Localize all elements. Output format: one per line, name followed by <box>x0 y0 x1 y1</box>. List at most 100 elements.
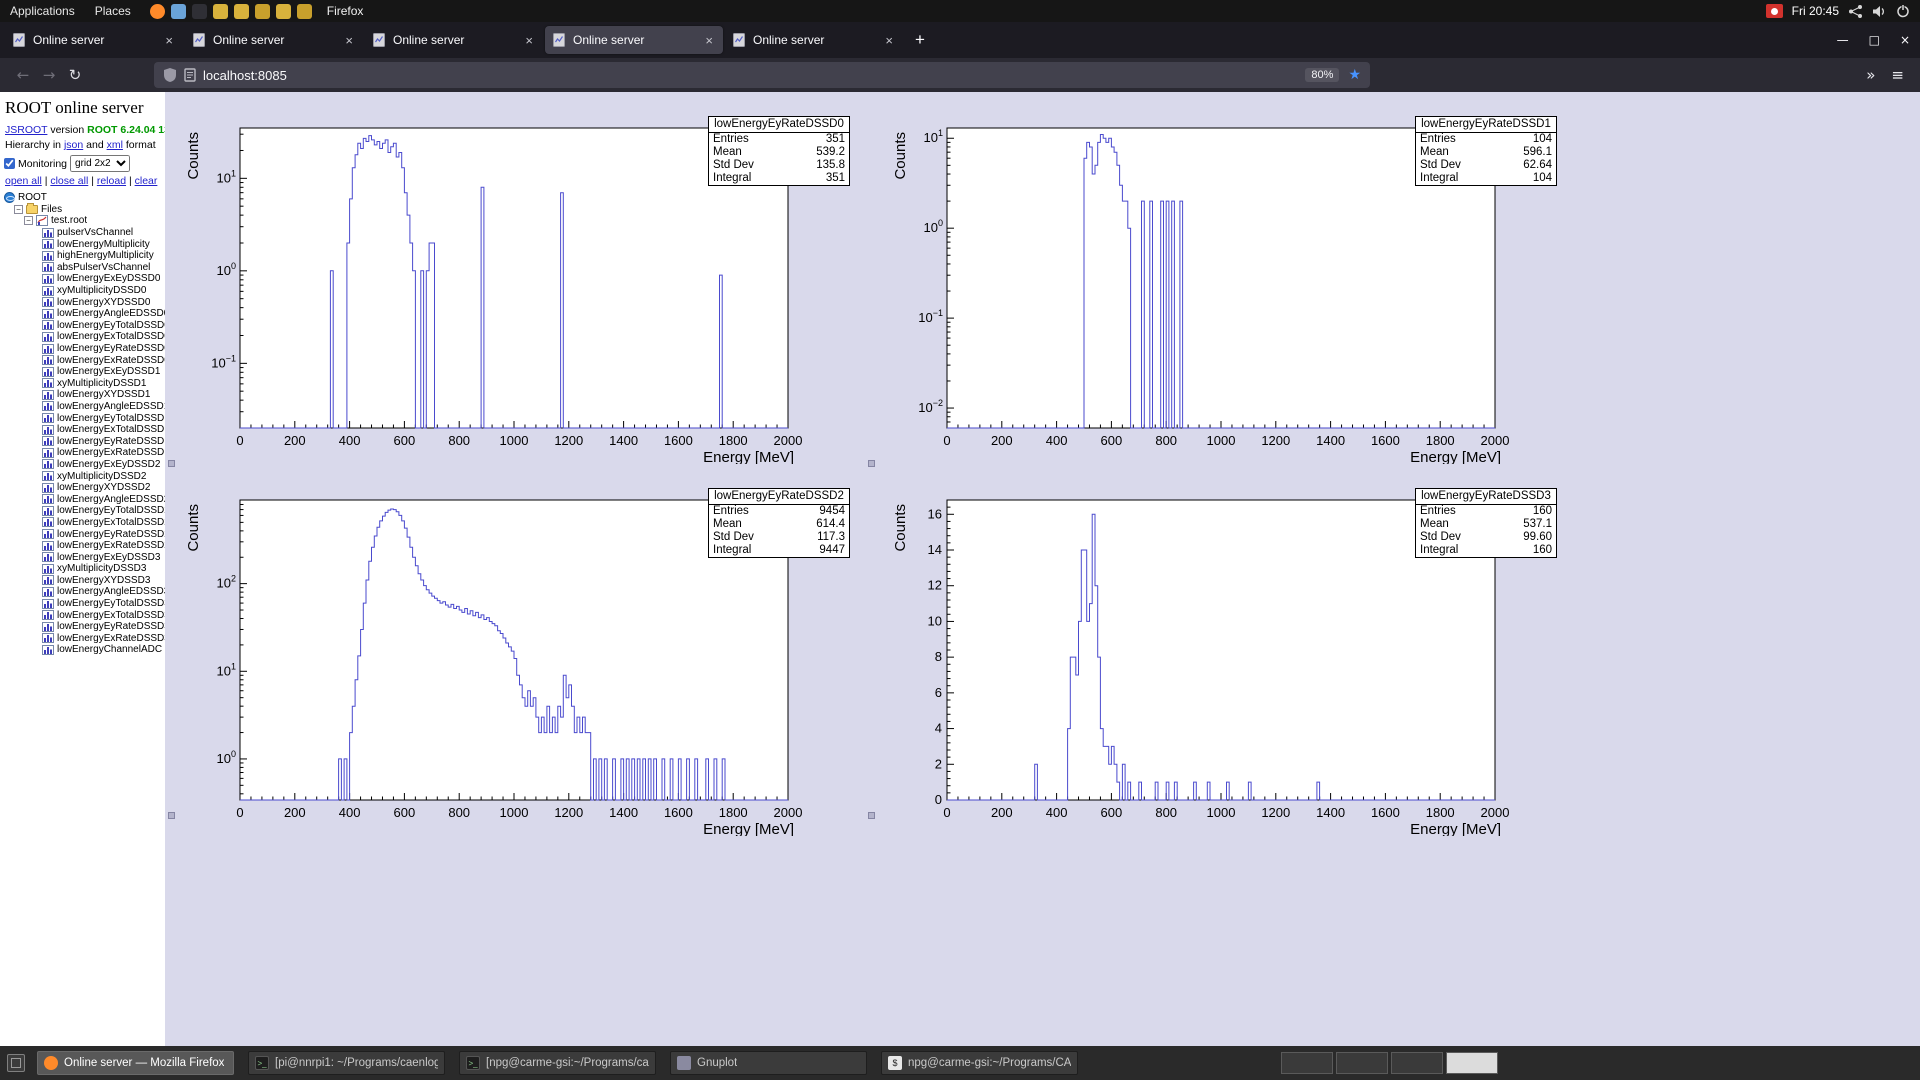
tree-item[interactable]: lowEnergyExTotalDSSD2 <box>0 517 165 529</box>
action-link-open-all[interactable]: open all <box>5 175 42 187</box>
browser-tab[interactable]: Online server× <box>185 26 363 54</box>
tree-item[interactable]: lowEnergyEyTotalDSSD0 <box>0 320 165 332</box>
tree-item[interactable]: lowEnergyEyTotalDSSD2 <box>0 505 165 517</box>
tab-close-icon[interactable]: × <box>162 33 176 48</box>
close-button[interactable]: × <box>1900 33 1910 47</box>
tree-item[interactable]: lowEnergyExEyDSSD2 <box>0 459 165 471</box>
tree-item[interactable]: lowEnergyExTotalDSSD0 <box>0 331 165 343</box>
collapse-icon[interactable]: − <box>14 205 23 214</box>
action-link-clear[interactable]: clear <box>135 175 158 187</box>
browser-tab[interactable]: Online server× <box>725 26 903 54</box>
new-tab-button[interactable]: + <box>904 30 936 50</box>
tree-item[interactable]: lowEnergyChannelADC <box>0 644 165 656</box>
taskbar-button[interactable]: >_[npg@carme-gsi:~/Programs/caenlo... <box>459 1051 656 1075</box>
stats-box-dssd3[interactable]: lowEnergyEyRateDSSD3 Entries160 Mean537.… <box>1415 488 1557 558</box>
root-app-3-launcher-icon[interactable] <box>255 4 270 19</box>
bookmark-star-icon[interactable]: ★ <box>1348 67 1361 83</box>
tree-item[interactable]: lowEnergyExEyDSSD0 <box>0 273 165 285</box>
volume-icon[interactable] <box>1872 5 1887 18</box>
shield-icon[interactable] <box>163 67 177 83</box>
tree-item[interactable]: lowEnergyEyRateDSSD2 <box>0 528 165 540</box>
show-desktop-button[interactable] <box>7 1054 25 1072</box>
tree-item[interactable]: xyMultiplicityDSSD3 <box>0 563 165 575</box>
tab-close-icon[interactable]: × <box>342 33 356 48</box>
pad-resize-handle[interactable] <box>868 812 875 819</box>
tree-item[interactable]: absPulserVsChannel <box>0 262 165 274</box>
tree-item[interactable]: lowEnergyXYDSSD2 <box>0 482 165 494</box>
tree-item-files[interactable]: − Files <box>0 204 165 216</box>
pad-resize-handle[interactable] <box>868 460 875 467</box>
tree-item-root[interactable]: ROOT <box>0 192 165 204</box>
workspace-2[interactable] <box>1336 1052 1388 1074</box>
jsroot-link[interactable]: JSROOT <box>5 124 47 136</box>
root-app-4-launcher-icon[interactable] <box>276 4 291 19</box>
file-manager-launcher-icon[interactable] <box>171 4 186 19</box>
tree-item[interactable]: lowEnergyExRateDSSD1 <box>0 447 165 459</box>
firefox-launcher-icon[interactable] <box>150 4 165 19</box>
tree-item[interactable]: xyMultiplicityDSSD2 <box>0 470 165 482</box>
tree-item[interactable]: xyMultiplicityDSSD0 <box>0 285 165 297</box>
tree-item[interactable]: lowEnergyExEyDSSD1 <box>0 366 165 378</box>
workspace-3[interactable] <box>1391 1052 1443 1074</box>
tree-item[interactable]: lowEnergyXYDSSD1 <box>0 389 165 401</box>
overflow-menu-icon[interactable]: » <box>1866 66 1875 84</box>
tree-item[interactable]: lowEnergyAngleEDSSD3 <box>0 586 165 598</box>
tree-item[interactable]: lowEnergyEyRateDSSD3 <box>0 621 165 633</box>
tree-item[interactable]: highEnergyMultiplicity <box>0 250 165 262</box>
power-icon[interactable] <box>1896 4 1910 18</box>
tree-item[interactable]: xyMultiplicityDSSD1 <box>0 378 165 390</box>
hamburger-menu-icon[interactable]: ≡ <box>1891 66 1904 84</box>
tree-item[interactable]: lowEnergyExRateDSSD0 <box>0 354 165 366</box>
tree-item[interactable]: lowEnergyExRateDSSD3 <box>0 633 165 645</box>
taskbar-button[interactable]: Gnuplot <box>670 1051 867 1075</box>
collapse-icon[interactable]: − <box>24 216 33 225</box>
browser-tab[interactable]: Online server× <box>5 26 183 54</box>
pad-resize-handle[interactable] <box>168 812 175 819</box>
page-info-icon[interactable] <box>184 68 196 82</box>
stats-box-dssd0[interactable]: lowEnergyEyRateDSSD0 Entries351 Mean539.… <box>708 116 850 186</box>
recording-indicator-icon[interactable] <box>1766 4 1783 18</box>
minimize-button[interactable]: — <box>1837 33 1849 47</box>
zoom-level-badge[interactable]: 80% <box>1305 68 1339 82</box>
stats-box-dssd2[interactable]: lowEnergyEyRateDSSD2 Entries9454 Mean614… <box>708 488 850 558</box>
action-link-reload[interactable]: reload <box>97 175 126 187</box>
taskbar-button[interactable]: >_[pi@nnrpi1: ~/Programs/caenlogger] <box>248 1051 445 1075</box>
tree-item[interactable]: lowEnergyAngleEDSSD1 <box>0 401 165 413</box>
action-link-close-all[interactable]: close all <box>50 175 88 187</box>
tree-item[interactable]: lowEnergyExEyDSSD3 <box>0 551 165 563</box>
terminal-launcher-icon[interactable] <box>192 4 207 19</box>
root-app-5-launcher-icon[interactable] <box>297 4 312 19</box>
tree-item[interactable]: lowEnergyEyRateDSSD0 <box>0 343 165 355</box>
clock[interactable]: Fri 20:45 <box>1792 4 1839 18</box>
back-button[interactable]: ← <box>10 62 36 88</box>
url-bar[interactable]: localhost:8085 80% ★ <box>154 62 1370 88</box>
tree-item[interactable]: lowEnergyEyTotalDSSD3 <box>0 598 165 610</box>
root-app-2-launcher-icon[interactable] <box>234 4 249 19</box>
tab-close-icon[interactable]: × <box>522 33 536 48</box>
tree-item[interactable]: lowEnergyExRateDSSD2 <box>0 540 165 552</box>
tree-item[interactable]: lowEnergyExTotalDSSD1 <box>0 424 165 436</box>
taskbar-button[interactable]: Online server — Mozilla Firefox <box>37 1051 234 1075</box>
tree-item[interactable]: lowEnergyXYDSSD0 <box>0 296 165 308</box>
tree-item[interactable]: lowEnergyAngleEDSSD0 <box>0 308 165 320</box>
maximize-button[interactable]: □ <box>1869 33 1880 47</box>
places-menu[interactable]: Places <box>85 4 141 18</box>
json-link[interactable]: json <box>64 139 83 151</box>
tree-item[interactable]: lowEnergyExTotalDSSD3 <box>0 609 165 621</box>
tab-close-icon[interactable]: × <box>702 33 716 48</box>
tab-close-icon[interactable]: × <box>882 33 896 48</box>
browser-tab[interactable]: Online server× <box>545 26 723 54</box>
workspace-4[interactable] <box>1446 1052 1498 1074</box>
tree-item[interactable]: lowEnergyXYDSSD3 <box>0 575 165 587</box>
root-app-1-launcher-icon[interactable] <box>213 4 228 19</box>
pad-resize-handle[interactable] <box>168 460 175 467</box>
grid-layout-select[interactable]: grid 2x2 <box>70 155 130 172</box>
url-text[interactable]: localhost:8085 <box>203 68 1305 83</box>
tree-item-file[interactable]: − test.root <box>0 215 165 227</box>
stats-box-dssd1[interactable]: lowEnergyEyRateDSSD1 Entries104 Mean596.… <box>1415 116 1557 186</box>
reload-button[interactable]: ↻ <box>62 62 88 88</box>
applications-menu[interactable]: Applications <box>0 4 85 18</box>
tree-item[interactable]: lowEnergyAngleEDSSD2 <box>0 493 165 505</box>
tree-item[interactable]: lowEnergyMultiplicity <box>0 238 165 250</box>
tree-item[interactable]: pulserVsChannel <box>0 227 165 239</box>
